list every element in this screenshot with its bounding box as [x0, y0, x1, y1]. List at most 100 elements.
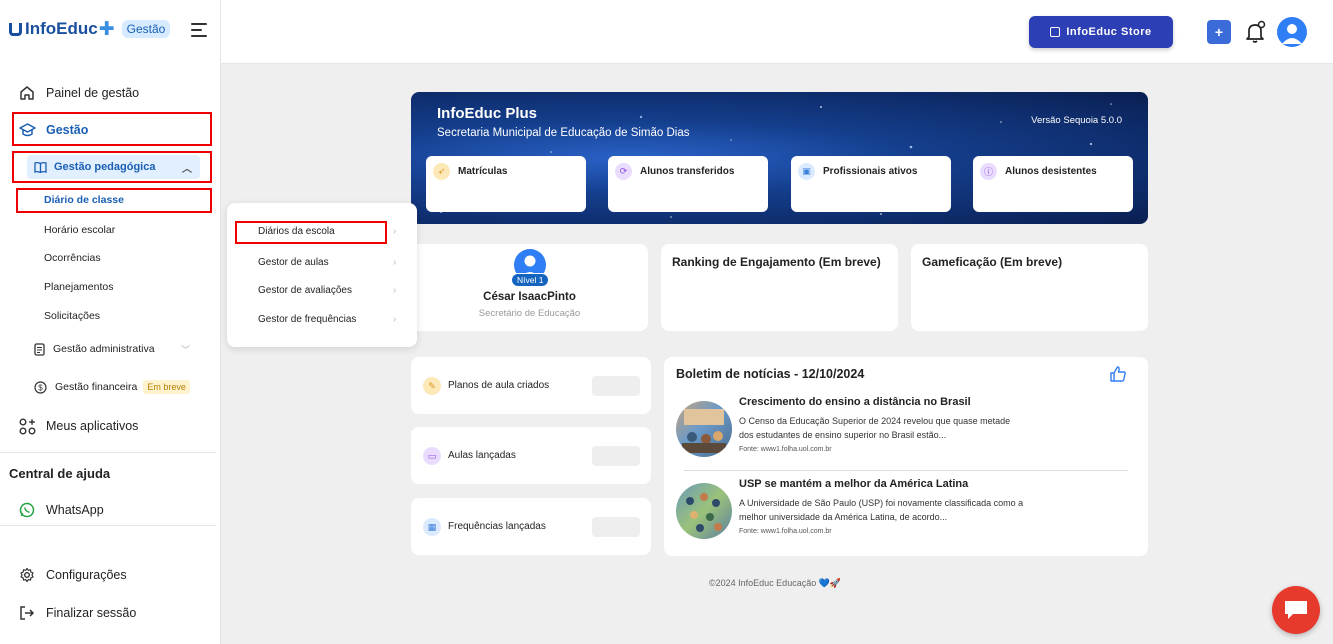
logo-row: InfoEduc ✚ Gestão [0, 0, 220, 58]
nav-diario-classe[interactable]: Diário de classe [44, 194, 124, 206]
popover-item-diarios-escola[interactable]: Diários da escola [258, 226, 335, 237]
nav-ocorrencias[interactable]: Ocorrências [44, 252, 101, 264]
stat-label: Matrículas [458, 166, 508, 177]
chevron-up-icon: ︿ [182, 163, 192, 175]
nav-gestao-financeira-label: Gestão financeira [55, 381, 138, 393]
mini-card-planos-aula[interactable]: ✎ Planos de aula criados [411, 357, 651, 414]
nav-configuracoes[interactable]: Configurações [0, 565, 221, 585]
mini-card-label: Planos de aula criados [448, 380, 550, 391]
nav-gestao[interactable]: Gestão [0, 121, 221, 139]
chat-support-button[interactable] [1272, 586, 1320, 634]
news-title: Boletim de notícias - 12/10/2024 [676, 367, 865, 381]
ranking-card[interactable]: Ranking de Engajamento (Em breve) [661, 244, 898, 331]
nav-finalizar-sessao[interactable]: Finalizar sessão [0, 603, 221, 623]
user-role: Secretário de Educação [478, 308, 581, 319]
value-placeholder [592, 446, 640, 466]
nav-horario-escolar[interactable]: Horário escolar [44, 224, 115, 236]
popover-item-gestor-avaliacoes[interactable]: Gestor de avaliações [258, 285, 352, 296]
news-item[interactable]: Crescimento do ensino a distância no Bra… [676, 395, 1136, 461]
news-headline: Crescimento do ensino a distância no Bra… [739, 396, 971, 408]
nav-whatsapp-label: WhatsApp [46, 503, 104, 517]
nav-gestao-administrativa-label: Gestão administrativa [53, 343, 155, 355]
stat-label: Alunos desistentes [1005, 166, 1097, 177]
nav-painel-gestao[interactable]: Painel de gestão [0, 84, 221, 102]
nav-gestao-financeira[interactable]: $ Gestão financeira Em breve [0, 379, 221, 395]
stat-card-alunos-transferidos[interactable]: ⟳ Alunos transferidos [608, 156, 768, 212]
news-excerpt-line1: O Censo da Educação Superior de 2024 rev… [739, 416, 1011, 426]
news-headline: USP se mantém a melhor da América Latina [739, 478, 969, 490]
menu-toggle-icon[interactable] [191, 23, 207, 41]
nav-configuracoes-label: Configurações [46, 568, 127, 582]
gestao-pedagogica-popover: Diários da escola › Gestor de aulas › Ge… [227, 203, 417, 347]
chevron-right-icon: › [393, 226, 397, 237]
info-icon: ⓘ [980, 163, 997, 180]
gamificacao-title: Gameficação (Em breve) [922, 255, 1063, 269]
mini-card-label: Aulas lançadas [448, 450, 516, 461]
chat-icon [1285, 601, 1307, 619]
user-avatar[interactable] [1277, 17, 1307, 47]
nav-whatsapp[interactable]: WhatsApp [0, 500, 221, 520]
gamificacao-card[interactable]: Gameficação (Em breve) [911, 244, 1148, 331]
logo-plus-icon: ✚ [98, 18, 115, 40]
news-separator [684, 470, 1128, 471]
stat-label: Profissionais ativos [823, 166, 918, 177]
plus-button[interactable]: + [1207, 20, 1231, 44]
news-excerpt-line1: A Universidade de São Paulo (USP) foi no… [739, 498, 1024, 508]
document-icon [34, 342, 45, 356]
chevron-right-icon: › [393, 257, 397, 268]
nav-solicitacoes[interactable]: Solicitações [44, 310, 100, 322]
stat-label: Alunos transferidos [640, 166, 735, 177]
store-button-label: InfoEduc Store [1066, 26, 1152, 38]
news-excerpt-line2: melhor universidade da América Latina, d… [739, 512, 948, 522]
briefcase-icon: ▣ [798, 163, 815, 180]
edit-doc-icon: ✎ [423, 377, 441, 395]
stat-card-matriculas[interactable]: ➶ Matrículas [426, 156, 586, 212]
nav-planejamentos[interactable]: Planejamentos [44, 281, 113, 293]
mini-card-label: Frequências lançadas [448, 521, 546, 532]
infoeduc-store-button[interactable]: InfoEduc Store [1029, 16, 1173, 48]
nav-meus-aplicativos[interactable]: Meus aplicativos [0, 416, 221, 436]
nav-painel-label: Painel de gestão [46, 86, 140, 100]
popover-item-gestor-aulas[interactable]: Gestor de aulas [258, 257, 329, 268]
apps-grid-icon [18, 417, 36, 435]
mini-card-aulas-lancadas[interactable]: ▭ Aulas lançadas [411, 427, 651, 484]
notification-bell-icon[interactable] [1243, 20, 1267, 44]
nav-gestao-pedagogica-label: Gestão pedagógica [54, 161, 156, 173]
chevron-right-icon: › [393, 285, 397, 296]
plus-label: + [1214, 24, 1224, 40]
nav-gestao-administrativa[interactable]: Gestão administrativa ﹀ [0, 341, 221, 357]
external-link-icon [1050, 27, 1061, 37]
banner-title: InfoEduc Plus [437, 105, 538, 122]
calendar-icon: ▦ [423, 518, 441, 536]
sidebar: InfoEduc ✚ Gestão Painel de gestão Gestã… [0, 0, 221, 644]
value-placeholder [592, 376, 640, 396]
svg-text:$: $ [38, 383, 43, 392]
nav-finalizar-label: Finalizar sessão [46, 606, 137, 620]
news-image [676, 401, 732, 457]
chevron-down-icon: ﹀ [181, 344, 191, 355]
top-bar: InfoEduc Store + [221, 0, 1333, 64]
chat-bubble-icon: ▭ [423, 447, 441, 465]
footer-copyright: ©2024 InfoEduc Educação 💙🚀 [709, 578, 842, 588]
news-item[interactable]: USP se mantém a melhor da América Latina… [676, 477, 1136, 543]
news-source: Fonte: www1.folha.uol.com.br [739, 528, 832, 535]
logo[interactable]: InfoEduc ✚ [9, 18, 115, 41]
logo-mark-icon [9, 22, 22, 36]
nav-gestao-pedagogica[interactable]: Gestão pedagógica ︿ [27, 155, 200, 179]
home-icon [18, 84, 36, 102]
mini-card-frequencias-lancadas[interactable]: ▦ Frequências lançadas [411, 498, 651, 555]
user-name: César IsaacPinto [483, 291, 576, 303]
nav-gestao-label: Gestão [46, 123, 89, 137]
news-excerpt-line2: dos estudantes de ensino superior no Bra… [739, 430, 947, 440]
stat-card-profissionais-ativos[interactable]: ▣ Profissionais ativos [791, 156, 951, 212]
rocket-icon: ➶ [433, 163, 450, 180]
em-breve-badge: Em breve [143, 380, 190, 394]
gestao-badge: Gestão [121, 20, 171, 38]
stat-card-alunos-desistentes[interactable]: ⓘ Alunos desistentes [973, 156, 1133, 212]
version-label: Versão Sequoia 5.0.0 [1031, 115, 1122, 126]
thumbs-up-icon[interactable] [1109, 365, 1127, 383]
popover-item-gestor-frequencias[interactable]: Gestor de frequências [258, 314, 356, 325]
news-image [676, 483, 732, 539]
refresh-icon: ⟳ [615, 163, 632, 180]
nav-meus-aplicativos-label: Meus aplicativos [46, 419, 139, 433]
